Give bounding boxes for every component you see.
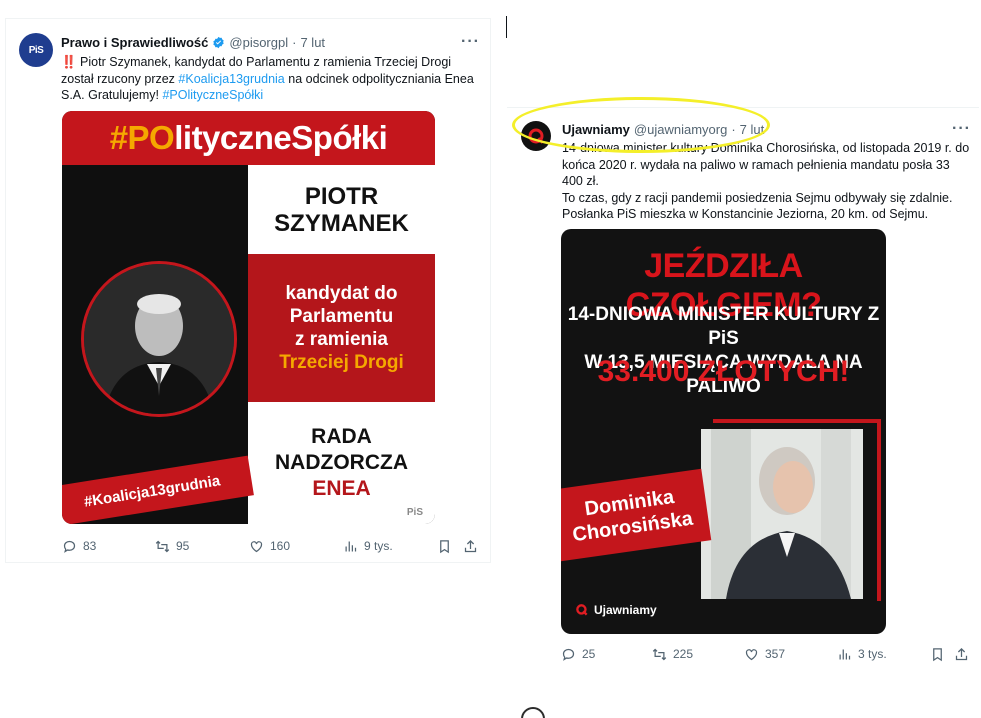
timestamp[interactable]: 7 lut: [300, 35, 325, 50]
action-bar: 25 225 357 3 tys.: [507, 644, 979, 664]
tweet-ujawniamy[interactable]: Ujawniamy @ujawniamyorg · 7 lut ··· 14-d…: [507, 107, 979, 667]
repost-count: 225: [673, 647, 694, 661]
reply-button[interactable]: 83: [62, 539, 96, 554]
views-chart-icon: [345, 541, 357, 551]
like-count: 160: [270, 539, 291, 553]
more-options-icon[interactable]: ···: [461, 33, 480, 51]
reply-icon: [63, 540, 76, 553]
portrait-photo: [701, 429, 863, 599]
share-button[interactable]: [463, 539, 478, 554]
tweet-pis[interactable]: PiS Prawo i Sprawiedliwość @pisorgpl · 7…: [5, 18, 491, 563]
repost-count: 95: [176, 539, 190, 553]
graphic-header: #PO lityczneSpółki: [62, 111, 435, 165]
desc-line: Trzeciej Drogi: [279, 352, 404, 373]
hashtag-link[interactable]: #POlityczneSpółki: [162, 88, 263, 102]
like-count: 357: [765, 647, 786, 661]
graphic-amount: 33.400 ZŁOTYCH!: [597, 355, 850, 388]
views-count: 9 tys.: [364, 539, 393, 553]
brand-name: Ujawniamy: [594, 603, 657, 617]
hashtag-ribbon: #Koalicja13grudnia: [62, 455, 254, 524]
views-count: 3 tys.: [858, 647, 887, 661]
views-button[interactable]: 3 tys.: [837, 647, 887, 662]
action-bar: 83 95 160 9 tys.: [6, 536, 492, 556]
graphic-text-column: PIOTR SZYMANEK kandydat do Parlamentu z …: [248, 165, 435, 524]
tweet-text-part: został rzucony przez: [61, 71, 179, 86]
share-button[interactable]: [954, 647, 969, 662]
like-button[interactable]: 357: [744, 647, 785, 662]
like-button[interactable]: 160: [249, 539, 290, 554]
author-handle[interactable]: @pisorgpl: [229, 35, 288, 50]
reply-count: 83: [83, 539, 97, 553]
reply-button[interactable]: 25: [561, 647, 595, 662]
pis-logo: PiS: [28, 44, 44, 56]
separator: ·: [292, 35, 297, 50]
tweet-text-line: 400 zł.: [562, 174, 599, 188]
repost-button[interactable]: 225: [652, 647, 693, 662]
tweet-text-line: To czas, gdy z racji pandemii posiedzeni…: [562, 190, 953, 205]
verified-icon: [213, 36, 225, 49]
pis-watermark: PiS: [406, 507, 423, 518]
candidate-description: kandydat do Parlamentu z ramienia Trzeci…: [248, 254, 435, 402]
more-options-icon[interactable]: ···: [952, 120, 971, 138]
views-button[interactable]: 9 tys.: [343, 539, 393, 554]
tweet-text-part: na odcinek odpolityczniania Enea: [284, 71, 474, 86]
header-po: #PO: [109, 119, 175, 156]
candidate-name: PIOTR SZYMANEK: [248, 165, 435, 254]
board-label: RADA NADZORCZA ENEA: [248, 402, 435, 524]
portrait-photo: [81, 261, 237, 417]
board-line: NADZORCZA: [275, 451, 408, 474]
share-icon: [464, 539, 477, 552]
header-rest: lityczneSpółki: [174, 119, 388, 156]
tweet-text-line: końca 2020 r. wydała na paliwo w ramach …: [562, 157, 950, 172]
subtitle-line: 14-DNIOWA MINISTER KULTURY Z PiS: [567, 304, 880, 349]
repost-icon: [155, 540, 170, 552]
bookmark-icon: [933, 647, 942, 661]
board-line: ENEA: [312, 477, 371, 500]
views-chart-icon: [839, 649, 851, 659]
double-exclamation-icon: ‼️: [61, 55, 77, 69]
tweet-image[interactable]: JEŹDZIŁA CZOŁGIEM? 14-DNIOWA MINISTER KU…: [561, 229, 886, 634]
heart-icon: [250, 540, 263, 552]
bookmark-icon: [440, 539, 449, 553]
desc-line: kandydat do: [285, 283, 398, 304]
next-tweet-avatar[interactable]: [521, 707, 545, 718]
name-line: SZYMANEK: [274, 209, 409, 237]
desc-line: Parlamentu: [289, 306, 394, 327]
heart-icon: [745, 648, 758, 660]
reply-count: 25: [582, 647, 596, 661]
text-cursor: [506, 16, 507, 38]
highlight-ellipse: [512, 97, 770, 153]
avatar[interactable]: PiS: [19, 33, 53, 67]
name-line: PIOTR: [304, 182, 379, 210]
tweet-text: ‼️ Piotr Szymanek, kandydat do Parlament…: [61, 54, 481, 104]
tweet-text-part: Piotr Szymanek, kandydat do Parlamentu z…: [76, 55, 452, 69]
tweet-text-part: S.A. Gratulujemy!: [61, 88, 163, 102]
tweet-header: Prawo i Sprawiedliwość @pisorgpl · 7 lut: [61, 35, 325, 50]
board-line: RADA: [311, 425, 372, 448]
brand-watermark: Ujawniamy: [575, 603, 657, 617]
bookmark-button[interactable]: [930, 647, 945, 662]
repost-icon: [652, 648, 667, 660]
hashtag-link[interactable]: #Koalicja13grudnia: [178, 72, 284, 86]
name-banner: Dominika Chorosińska: [561, 468, 712, 562]
bookmark-button[interactable]: [437, 539, 452, 554]
reply-icon: [562, 648, 575, 661]
share-icon: [955, 647, 968, 660]
repost-button[interactable]: 95: [155, 539, 189, 554]
desc-line: z ramienia: [295, 329, 388, 350]
author-name[interactable]: Prawo i Sprawiedliwość: [61, 35, 208, 50]
tweet-text-line: Posłanka PiS mieszka w Konstancinie Jezi…: [562, 207, 929, 221]
tweet-image[interactable]: #PO lityczneSpółki PIOTR SZYMANEK kandyda…: [62, 111, 435, 524]
ujawniamy-logo-icon: [576, 604, 588, 616]
